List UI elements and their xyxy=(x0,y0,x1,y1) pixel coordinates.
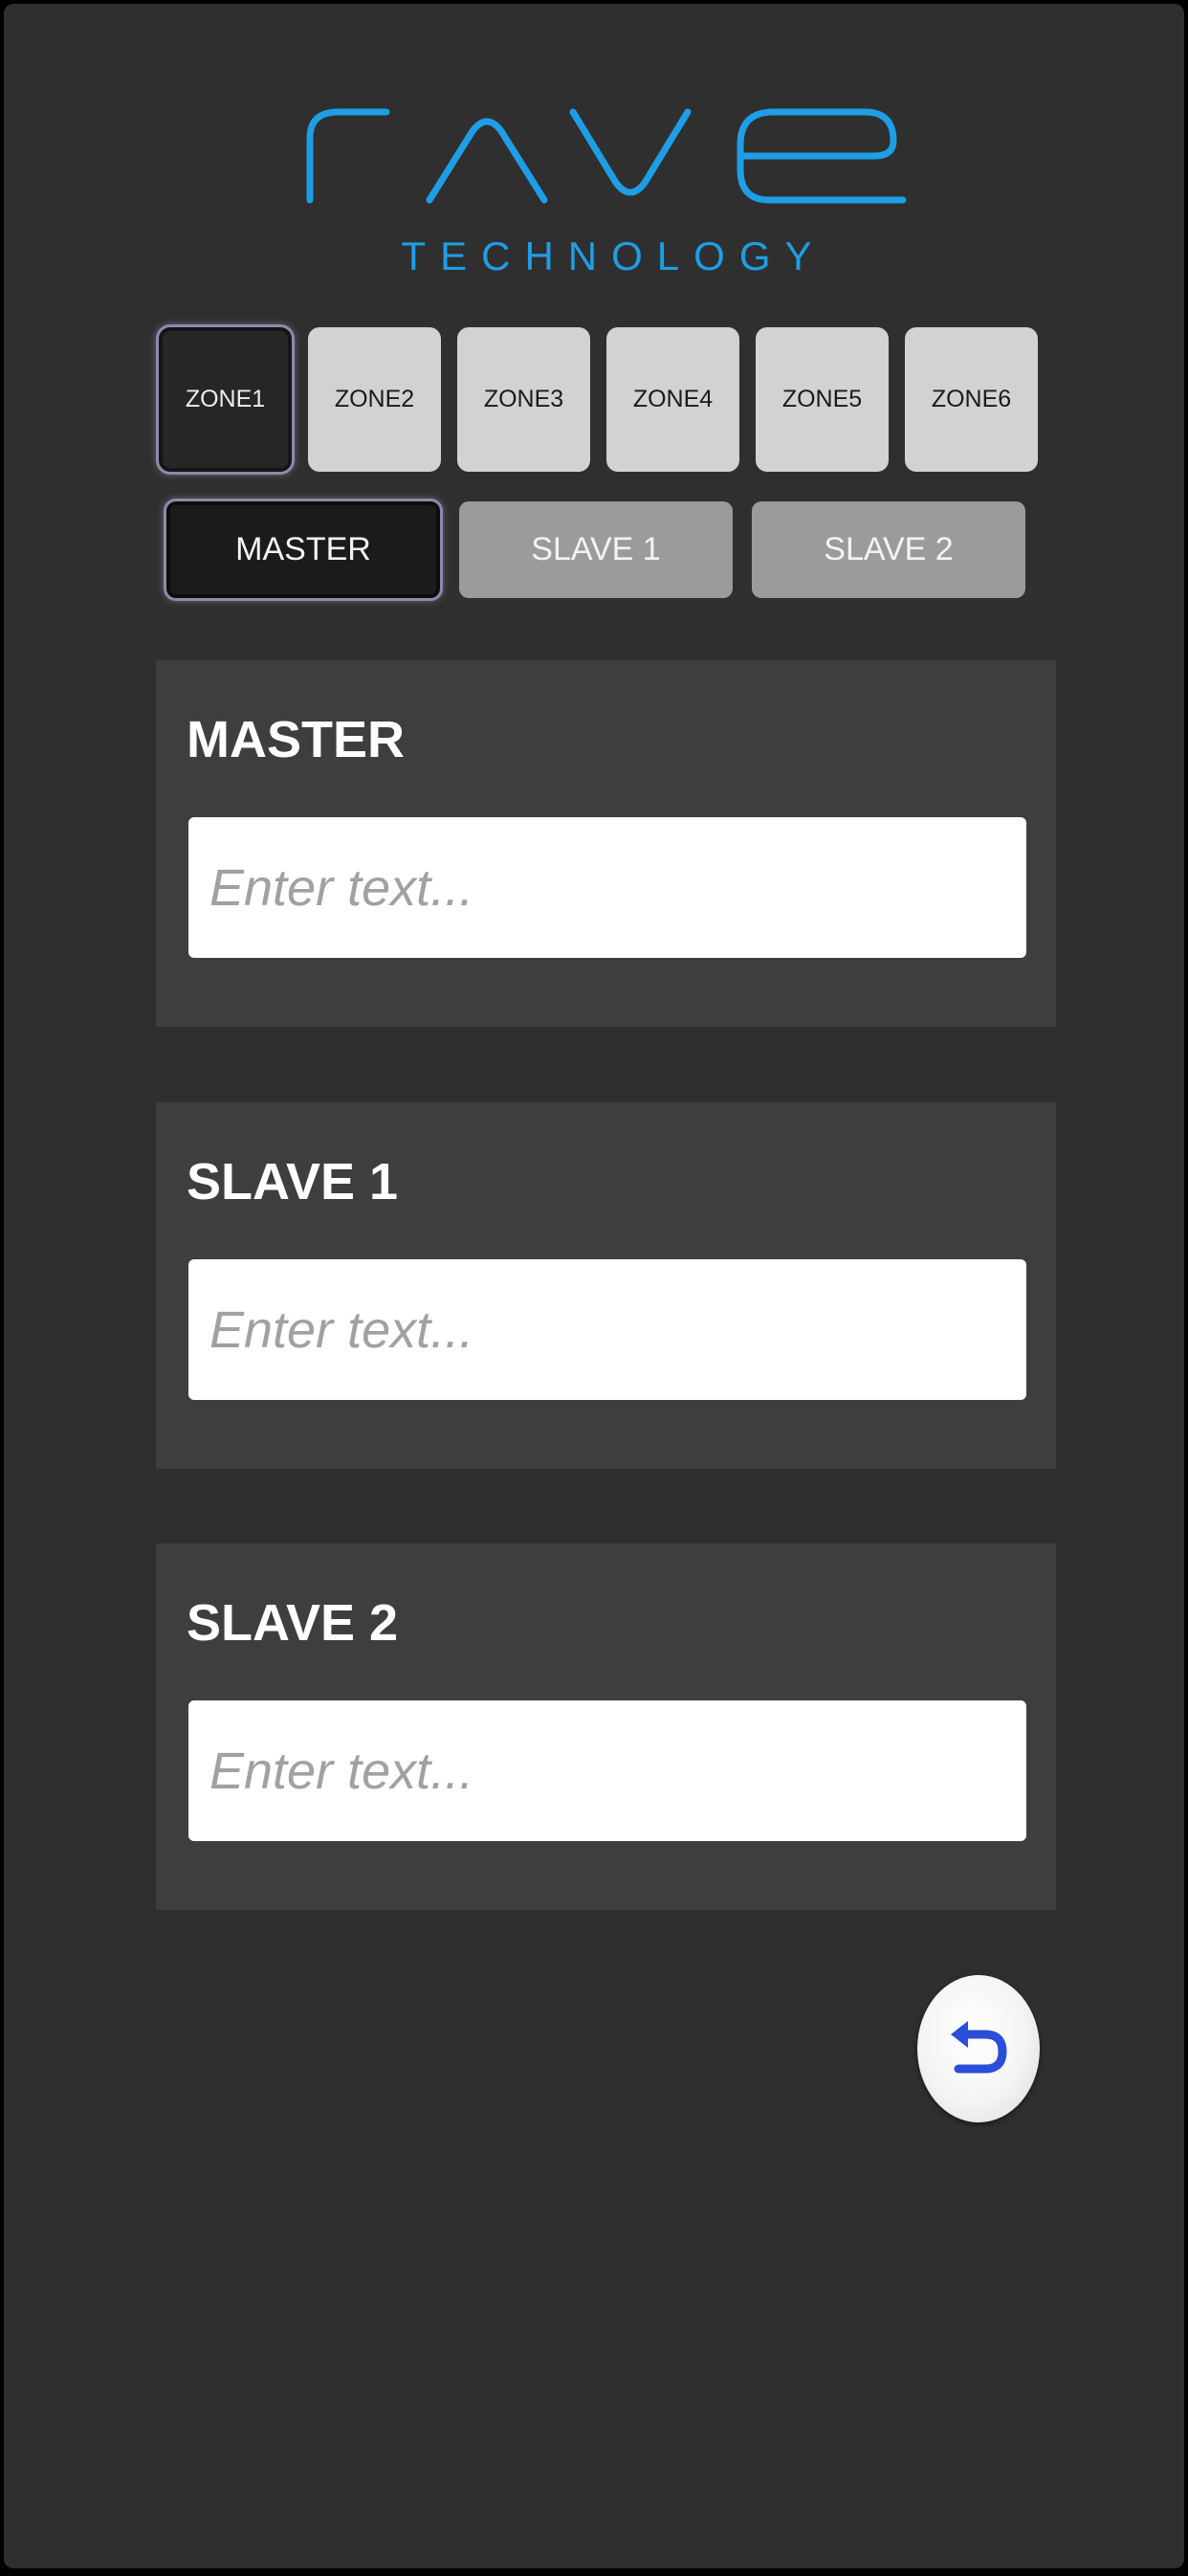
role-selector: MASTER SLAVE 1 SLAVE 2 xyxy=(166,501,1025,598)
brand-tagline: TECHNOLOGY xyxy=(401,233,826,278)
slave-2-panel-title: SLAVE 2 xyxy=(187,1594,399,1652)
slave-2-button[interactable]: SLAVE 2 xyxy=(752,501,1025,598)
slave-2-panel: SLAVE 2 xyxy=(156,1543,1056,1910)
master-panel: MASTER xyxy=(156,660,1056,1027)
zone-button-6[interactable]: ZONE6 xyxy=(905,327,1038,472)
slave-1-panel-title: SLAVE 1 xyxy=(187,1153,399,1210)
rave-wordmark-logo xyxy=(306,108,907,204)
zone-button-5[interactable]: ZONE5 xyxy=(756,327,889,472)
zone-button-3[interactable]: ZONE3 xyxy=(457,327,590,472)
app-screen: TECHNOLOGY ZONE1 ZONE2 ZONE3 ZONE4 ZONE5… xyxy=(4,4,1184,2568)
slave-1-panel: SLAVE 1 xyxy=(156,1102,1056,1469)
zone-button-2[interactable]: ZONE2 xyxy=(308,327,441,472)
zone-button-1[interactable]: ZONE1 xyxy=(159,327,292,472)
back-button[interactable] xyxy=(917,1975,1040,2122)
slave-1-text-input[interactable] xyxy=(188,1259,1026,1400)
slave-2-text-input[interactable] xyxy=(188,1700,1026,1841)
slave-1-button[interactable]: SLAVE 1 xyxy=(459,501,733,598)
zone-button-4[interactable]: ZONE4 xyxy=(606,327,739,472)
zone-selector: ZONE1 ZONE2 ZONE3 ZONE4 ZONE5 ZONE6 xyxy=(159,327,1038,472)
master-panel-title: MASTER xyxy=(187,711,405,768)
undo-arrow-icon xyxy=(951,2021,1007,2074)
master-text-input[interactable] xyxy=(188,817,1026,958)
brand-logo: TECHNOLOGY xyxy=(291,95,922,286)
master-button[interactable]: MASTER xyxy=(166,501,440,598)
